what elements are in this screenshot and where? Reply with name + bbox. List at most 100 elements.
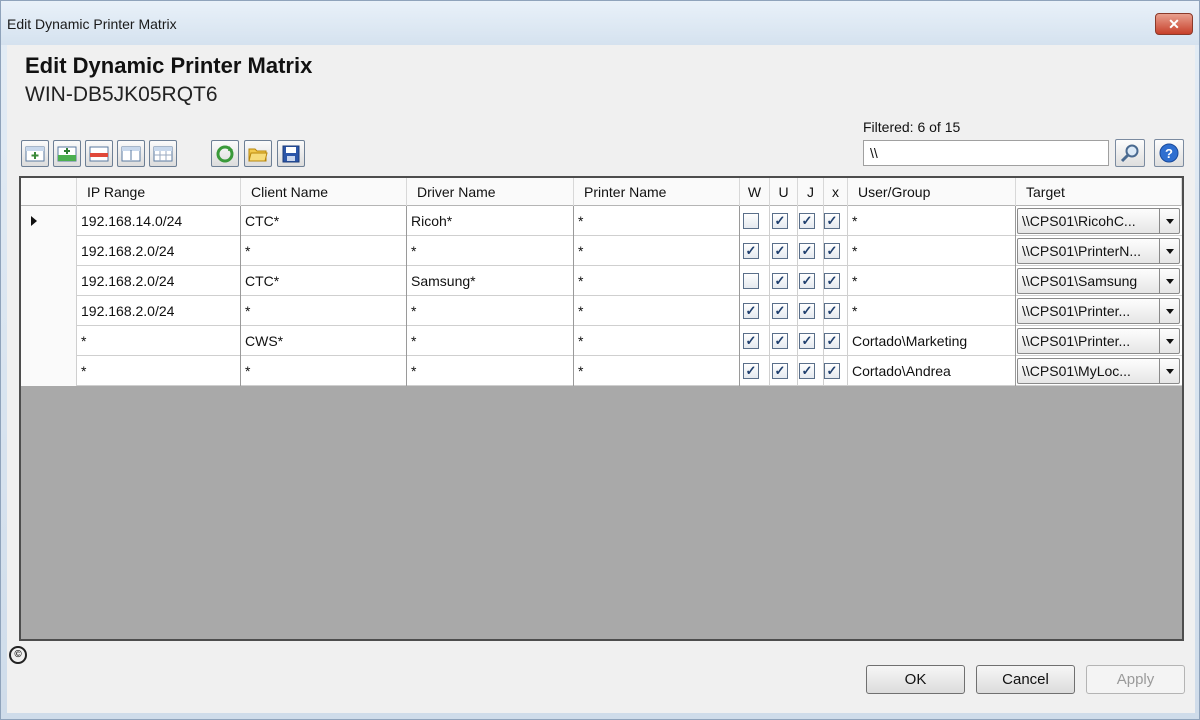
checkbox-w[interactable]: ✓ (743, 243, 759, 259)
checkbox-x[interactable]: ✓ (824, 363, 840, 379)
cell-ip-range[interactable]: * (77, 356, 241, 386)
checkbox-j[interactable]: ✓ (799, 333, 815, 349)
checkbox-u[interactable]: ✓ (772, 363, 788, 379)
column-client-name[interactable]: Client Name (241, 178, 407, 206)
checkbox-x[interactable]: ✓ (824, 333, 840, 349)
cell-user-group[interactable]: * (848, 296, 1016, 326)
cell-user-group[interactable]: * (848, 236, 1016, 266)
checkbox-j[interactable]: ✓ (799, 303, 815, 319)
cell-ip-range[interactable]: 192.168.14.0/24 (77, 206, 241, 236)
cell-ip-range[interactable]: * (77, 326, 241, 356)
cell-user-group[interactable]: * (848, 266, 1016, 296)
cell-driver-name[interactable]: * (407, 326, 574, 356)
chevron-down-icon[interactable] (1159, 269, 1179, 293)
checkbox-u[interactable]: ✓ (772, 243, 788, 259)
cell-driver-name[interactable]: Ricoh* (407, 206, 574, 236)
cell-ip-range[interactable]: 192.168.2.0/24 (77, 266, 241, 296)
table-row[interactable]: 192.168.2.0/24 * * * ✓ ✓ ✓ ✓ * \\CPS01\Printer... (21, 296, 1182, 326)
cell-client-name[interactable]: * (241, 356, 407, 386)
target-dropdown[interactable]: \\CPS01\Printer... (1017, 298, 1180, 324)
checkbox-u[interactable]: ✓ (772, 213, 788, 229)
checkbox-x[interactable]: ✓ (824, 243, 840, 259)
help-button[interactable]: ? (1154, 139, 1184, 167)
checkbox-u[interactable]: ✓ (772, 333, 788, 349)
cell-user-group[interactable]: Cortado\Marketing (848, 326, 1016, 356)
cell-client-name[interactable]: CWS* (241, 326, 407, 356)
save-button[interactable] (277, 140, 305, 167)
cell-client-name[interactable]: * (241, 296, 407, 326)
cell-user-group[interactable]: Cortado\Andrea (848, 356, 1016, 386)
table-row[interactable]: * * * * ✓ ✓ ✓ ✓ Cortado\Andrea \\CPS01\MyLoc... (21, 356, 1182, 386)
open-folder-button[interactable] (244, 140, 272, 167)
cancel-button[interactable]: Cancel (976, 665, 1075, 694)
ok-button[interactable]: OK (866, 665, 965, 694)
cell-driver-name[interactable]: * (407, 236, 574, 266)
table-row[interactable]: 192.168.2.0/24 * * * ✓ ✓ ✓ ✓ * \\CPS01\PrinterN..… (21, 236, 1182, 266)
cell-user-group[interactable]: * (848, 206, 1016, 236)
column-user-group[interactable]: User/Group (848, 178, 1016, 206)
chevron-down-icon[interactable] (1159, 359, 1179, 383)
cell-printer-name[interactable]: * (574, 356, 740, 386)
close-button[interactable]: ✕ (1155, 13, 1193, 35)
target-dropdown[interactable]: \\CPS01\RicohC... (1017, 208, 1180, 234)
checkbox-w[interactable]: ✓ (743, 303, 759, 319)
row-selector[interactable] (21, 356, 77, 386)
add-row-green-button[interactable] (53, 140, 81, 167)
column-driver-name[interactable]: Driver Name (407, 178, 574, 206)
edit-row-button[interactable] (117, 140, 145, 167)
table-row[interactable]: * CWS* * * ✓ ✓ ✓ ✓ Cortado\Marketing \\CPS01\Prin… (21, 326, 1182, 356)
checkbox-j[interactable]: ✓ (799, 273, 815, 289)
checkbox-w[interactable] (743, 213, 759, 229)
cell-client-name[interactable]: CTC* (241, 206, 407, 236)
chevron-down-icon[interactable] (1159, 239, 1179, 263)
checkbox-x[interactable]: ✓ (824, 303, 840, 319)
column-printer-name[interactable]: Printer Name (574, 178, 740, 206)
cell-ip-range[interactable]: 192.168.2.0/24 (77, 296, 241, 326)
cell-printer-name[interactable]: * (574, 236, 740, 266)
column-j[interactable]: J (798, 178, 824, 206)
chevron-down-icon[interactable] (1159, 329, 1179, 353)
column-ip-range[interactable]: IP Range (77, 178, 241, 206)
chevron-down-icon[interactable] (1159, 209, 1179, 233)
cell-printer-name[interactable]: * (574, 206, 740, 236)
checkbox-x[interactable]: ✓ (824, 213, 840, 229)
column-x[interactable]: x (824, 178, 848, 206)
row-selector[interactable] (21, 326, 77, 356)
cell-driver-name[interactable]: Samsung* (407, 266, 574, 296)
column-target[interactable]: Target (1016, 178, 1182, 206)
add-row-button[interactable] (21, 140, 49, 167)
checkbox-w[interactable] (743, 273, 759, 289)
cell-driver-name[interactable]: * (407, 296, 574, 326)
cell-ip-range[interactable]: 192.168.2.0/24 (77, 236, 241, 266)
filter-input[interactable] (863, 140, 1109, 166)
refresh-button[interactable] (211, 140, 239, 167)
cell-printer-name[interactable]: * (574, 266, 740, 296)
row-selector[interactable] (21, 296, 77, 326)
printer-matrix-grid[interactable]: IP Range Client Name Driver Name Printer… (19, 176, 1184, 641)
chevron-down-icon[interactable] (1159, 299, 1179, 323)
checkbox-w[interactable]: ✓ (743, 363, 759, 379)
target-dropdown[interactable]: \\CPS01\PrinterN... (1017, 238, 1180, 264)
target-dropdown[interactable]: \\CPS01\Printer... (1017, 328, 1180, 354)
search-button[interactable] (1115, 139, 1145, 167)
table-row[interactable]: 192.168.2.0/24 CTC* Samsung* * ✓ ✓ ✓ * \\CPS01\S… (21, 266, 1182, 296)
checkbox-x[interactable]: ✓ (824, 273, 840, 289)
checkbox-j[interactable]: ✓ (799, 213, 815, 229)
delete-row-button[interactable] (85, 140, 113, 167)
cell-printer-name[interactable]: * (574, 296, 740, 326)
table-row[interactable]: 192.168.14.0/24 CTC* Ricoh* * ✓ ✓ ✓ * \\CPS01\Ri… (21, 206, 1182, 236)
row-selector[interactable] (21, 266, 77, 296)
cell-client-name[interactable]: CTC* (241, 266, 407, 296)
checkbox-w[interactable]: ✓ (743, 333, 759, 349)
target-dropdown[interactable]: \\CPS01\MyLoc... (1017, 358, 1180, 384)
checkbox-j[interactable]: ✓ (799, 243, 815, 259)
title-bar[interactable]: Edit Dynamic Printer Matrix ✕ (1, 1, 1199, 45)
row-selector[interactable] (21, 236, 77, 266)
target-dropdown[interactable]: \\CPS01\Samsung (1017, 268, 1180, 294)
row-selector[interactable] (21, 206, 77, 236)
cell-client-name[interactable]: * (241, 236, 407, 266)
checkbox-u[interactable]: ✓ (772, 303, 788, 319)
column-w[interactable]: W (740, 178, 770, 206)
checkbox-u[interactable]: ✓ (772, 273, 788, 289)
cell-printer-name[interactable]: * (574, 326, 740, 356)
